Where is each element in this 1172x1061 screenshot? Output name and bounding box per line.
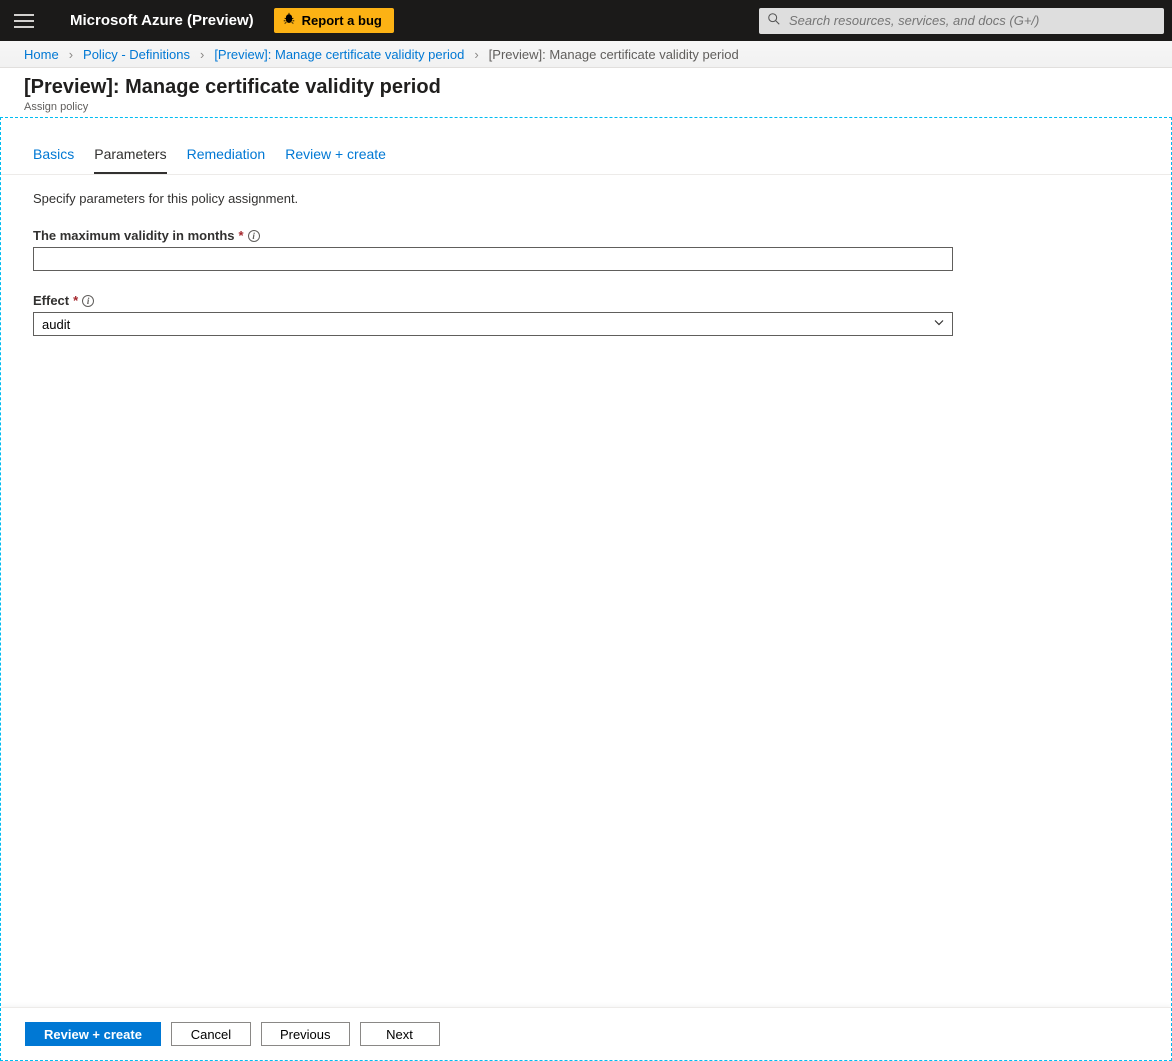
tab-remediation[interactable]: Remediation xyxy=(187,146,266,174)
breadcrumb-policy-definition-detail[interactable]: [Preview]: Manage certificate validity p… xyxy=(214,47,464,62)
tabs: Basics Parameters Remediation Review + c… xyxy=(1,118,1171,175)
breadcrumb-home[interactable]: Home xyxy=(24,47,59,62)
page-header: [Preview]: Manage certificate validity p… xyxy=(0,68,1172,117)
search-input[interactable] xyxy=(789,13,1156,28)
max-validity-input[interactable] xyxy=(33,247,953,271)
next-button[interactable]: Next xyxy=(360,1022,440,1046)
brand-label: Microsoft Azure (Preview) xyxy=(70,12,254,29)
cancel-button[interactable]: Cancel xyxy=(171,1022,251,1046)
breadcrumb-current: [Preview]: Manage certificate validity p… xyxy=(489,47,739,62)
chevron-right-icon: › xyxy=(69,47,73,62)
tab-basics[interactable]: Basics xyxy=(33,146,74,174)
field-effect: Effect * i xyxy=(33,293,953,336)
required-indicator: * xyxy=(239,228,244,243)
field-label-text: The maximum validity in months xyxy=(33,228,235,243)
report-bug-label: Report a bug xyxy=(302,13,382,28)
top-bar: Microsoft Azure (Preview) Report a bug xyxy=(0,0,1172,41)
info-icon[interactable]: i xyxy=(82,295,94,307)
chevron-right-icon: › xyxy=(474,47,478,62)
tab-review-create[interactable]: Review + create xyxy=(285,146,386,174)
hamburger-icon[interactable] xyxy=(14,14,34,28)
page-title: [Preview]: Manage certificate validity p… xyxy=(24,76,1148,99)
search-icon xyxy=(767,12,781,29)
content-panel: Basics Parameters Remediation Review + c… xyxy=(0,117,1172,1061)
info-icon[interactable]: i xyxy=(248,230,260,242)
previous-button[interactable]: Previous xyxy=(261,1022,350,1046)
report-bug-button[interactable]: Report a bug xyxy=(274,8,394,33)
page-subtitle: Assign policy xyxy=(24,101,1148,113)
breadcrumb-policy-definitions[interactable]: Policy - Definitions xyxy=(83,47,190,62)
field-effect-label: Effect * i xyxy=(33,293,953,308)
bug-icon xyxy=(282,12,296,29)
form-description: Specify parameters for this policy assig… xyxy=(33,191,1139,206)
chevron-right-icon: › xyxy=(200,47,204,62)
effect-select[interactable] xyxy=(33,312,953,336)
tab-parameters[interactable]: Parameters xyxy=(94,146,166,174)
form-area: Specify parameters for this policy assig… xyxy=(1,175,1171,1007)
breadcrumb: Home › Policy - Definitions › [Preview]:… xyxy=(0,41,1172,68)
required-indicator: * xyxy=(73,293,78,308)
footer-actions: Review + create Cancel Previous Next xyxy=(1,1007,1171,1060)
field-max-validity-label: The maximum validity in months * i xyxy=(33,228,953,243)
global-search[interactable] xyxy=(759,8,1164,34)
field-max-validity: The maximum validity in months * i xyxy=(33,228,953,271)
review-create-button[interactable]: Review + create xyxy=(25,1022,161,1046)
field-label-text: Effect xyxy=(33,293,69,308)
